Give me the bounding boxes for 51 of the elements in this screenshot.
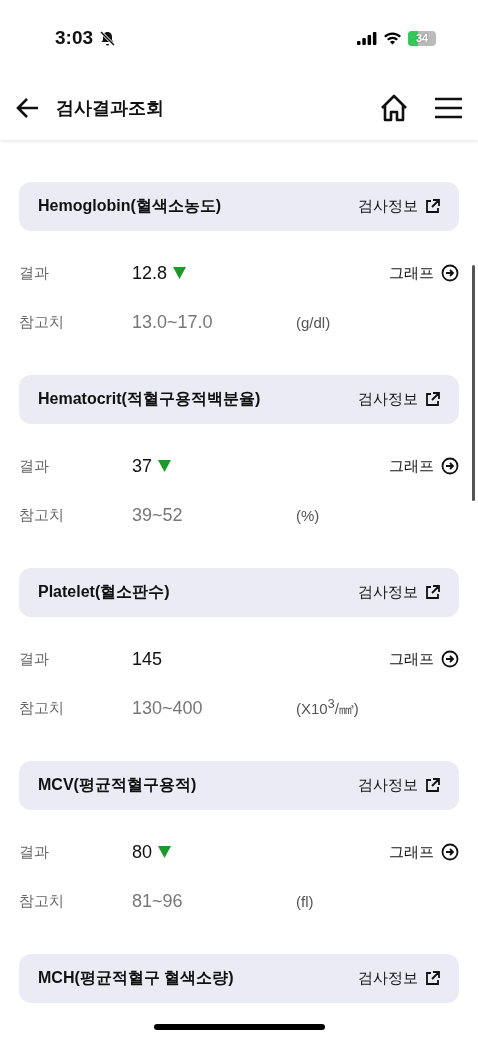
test-info-link[interactable]: 검사정보 — [358, 969, 440, 988]
test-name: MCV(평균적혈구용적) — [38, 775, 197, 795]
reference-range: 130~400 — [132, 697, 204, 719]
result-value: 145 — [132, 648, 163, 670]
unit-text: (fl) — [296, 892, 314, 910]
unit-text: (X10$^{3}$/㎣) — [296, 697, 359, 719]
back-button[interactable] — [16, 97, 40, 119]
external-link-icon — [425, 585, 440, 600]
reference-label: 참고치 — [19, 505, 65, 525]
clock: 3:03 — [55, 27, 94, 49]
graph-link[interactable]: 그래프 — [389, 842, 459, 862]
scrollbar[interactable] — [472, 265, 475, 501]
wifi-icon — [383, 31, 402, 45]
menu-icon — [435, 97, 462, 119]
external-link-icon — [425, 778, 440, 793]
external-link-icon — [425, 392, 440, 407]
unit-text: (g/dl) — [296, 313, 331, 331]
unit-text: (%) — [296, 506, 320, 524]
back-arrow-icon — [16, 97, 40, 119]
test-info-link[interactable]: 검사정보 — [358, 776, 440, 795]
reference-range: 39~52 — [132, 504, 184, 526]
reference-range: 81~96 — [132, 890, 184, 912]
graph-link[interactable]: 그래프 — [389, 263, 459, 283]
test-info-link[interactable]: 검사정보 — [358, 197, 440, 216]
external-link-icon — [425, 199, 440, 214]
home-button[interactable] — [379, 93, 409, 123]
graph-link[interactable]: 그래프 — [389, 456, 459, 476]
test-info-link[interactable]: 검사정보 — [358, 583, 440, 602]
result-label: 결과 — [19, 456, 50, 476]
result-label: 결과 — [19, 649, 50, 669]
test-name: Platelet(혈소판수) — [38, 582, 170, 602]
result-value: 80 — [132, 841, 153, 863]
home-icon — [379, 93, 409, 123]
reference-label: 참고치 — [19, 891, 65, 911]
test-name: Hemoglobin(혈색소농도) — [38, 196, 222, 216]
result-label: 결과 — [19, 263, 50, 283]
muted-bell-icon — [99, 29, 117, 47]
test-name: MCH(평균적혈구 혈색소량) — [38, 968, 234, 988]
result-label: 결과 — [19, 842, 50, 862]
graph-link[interactable]: 그래프 — [389, 649, 459, 669]
reference-label: 참고치 — [19, 312, 65, 332]
signal-icon — [357, 31, 377, 45]
reference-label: 참고치 — [19, 698, 65, 718]
test-info-link[interactable]: 검사정보 — [358, 390, 440, 409]
reference-range: 13.0~17.0 — [132, 311, 214, 333]
page-title: 검사결과조회 — [56, 97, 165, 120]
menu-button[interactable] — [435, 97, 462, 119]
external-link-icon — [425, 971, 440, 986]
result-value: 12.8 — [132, 262, 168, 284]
test-name: Hematocrit(적혈구용적백분율) — [38, 389, 261, 409]
result-value: 37 — [132, 455, 153, 477]
